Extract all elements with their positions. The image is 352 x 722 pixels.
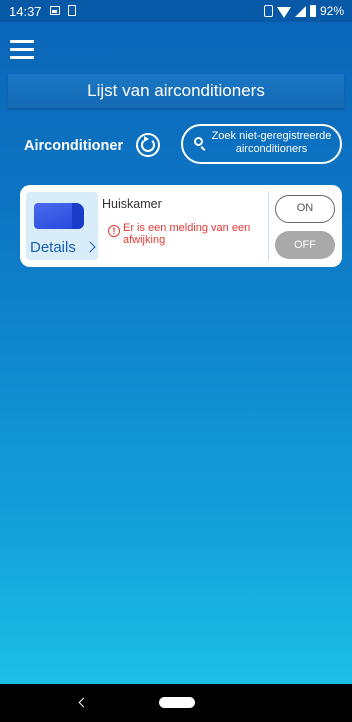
aircon-card: Details Huiskamer ! Er is een melding va… bbox=[20, 185, 342, 267]
wifi-icon bbox=[276, 6, 291, 18]
app-screen: 14:37 92% Lijst van airconditioners Airc… bbox=[0, 0, 352, 684]
refresh-icon[interactable] bbox=[136, 133, 160, 157]
back-icon[interactable] bbox=[78, 697, 89, 708]
search-icon bbox=[194, 137, 203, 146]
battery-percent: 92% bbox=[319, 4, 344, 18]
home-icon[interactable] bbox=[159, 697, 195, 708]
card-divider bbox=[268, 191, 269, 261]
warning-icon: ! bbox=[108, 225, 120, 237]
chevron-right-icon bbox=[84, 241, 96, 253]
storage-notification-icon bbox=[68, 5, 76, 16]
status-time: 14:37 bbox=[9, 4, 42, 19]
image-notification-icon bbox=[50, 6, 60, 15]
hamburger-menu-icon[interactable] bbox=[10, 40, 34, 60]
search-unregistered-button[interactable]: Zoek niet-geregistreerde airconditioners bbox=[181, 124, 342, 164]
signal-icon bbox=[294, 5, 306, 17]
page-title: Lijst van airconditioners bbox=[87, 81, 265, 100]
details-label: Details bbox=[30, 239, 76, 256]
airconditioner-label: Airconditioner bbox=[24, 138, 124, 154]
status-indicators: 92% bbox=[263, 4, 344, 18]
title-bar: Lijst van airconditioners bbox=[8, 74, 344, 108]
search-button-label: Zoek niet-geregistreerde airconditioners bbox=[211, 130, 332, 155]
on-button[interactable]: ON bbox=[275, 195, 335, 223]
navigation-bar bbox=[0, 684, 352, 722]
battery-icon bbox=[309, 5, 316, 17]
vibrate-icon bbox=[263, 5, 273, 17]
details-button[interactable]: Details bbox=[26, 192, 98, 260]
off-button[interactable]: OFF bbox=[275, 231, 335, 259]
room-name: Huiskamer bbox=[102, 197, 162, 211]
warning-message: Er is een melding van een afwijking bbox=[123, 222, 251, 246]
air-conditioner-icon bbox=[34, 203, 84, 229]
status-bar: 14:37 92% bbox=[0, 0, 352, 22]
